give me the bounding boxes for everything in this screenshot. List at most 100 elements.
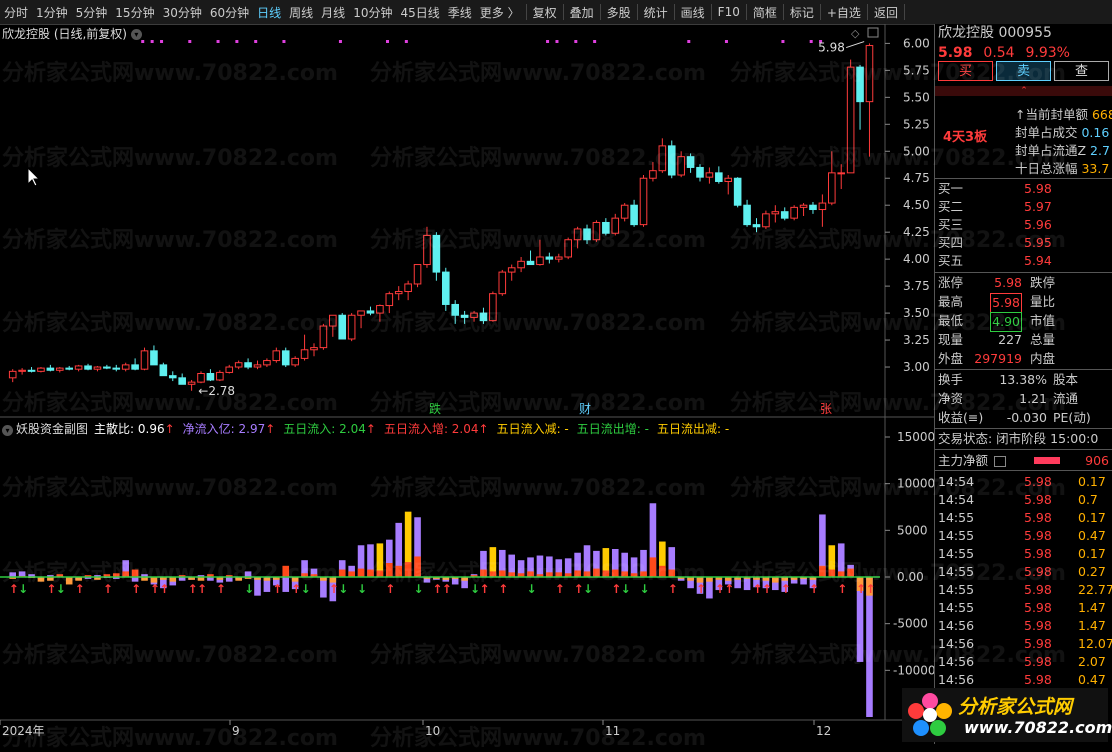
diamond-icon[interactable]: ◇ (851, 27, 860, 40)
toolbar-item-18[interactable]: F10 (714, 5, 744, 19)
tick-time: 14:54 (938, 474, 975, 489)
signal-dot (338, 40, 342, 43)
dropdown-icon[interactable]: ▾ (130, 29, 142, 40)
toolbar-item-9[interactable]: 10分钟 (349, 4, 396, 21)
bid-label: 买三 (938, 217, 964, 232)
candle-body (564, 239, 572, 258)
bid-row[interactable]: 买二 5.97 (938, 198, 1112, 216)
signal-dot (216, 40, 220, 43)
candle-body (281, 350, 290, 366)
kline-chart[interactable]: 6.00 5.75 5.50 5.25 5.00 4.75 4.50 4.25 4.00 3.75… (0, 24, 934, 744)
bid-row[interactable]: 买五 5.94 (938, 252, 1112, 270)
price-change-pct: 9.93% (1025, 45, 1070, 61)
ind-y-tick-label: -10000 (893, 663, 934, 677)
signal-dot (546, 40, 550, 43)
window-icon[interactable] (867, 27, 879, 38)
stock-header: 欣龙控股 000955 (938, 24, 1112, 42)
event-marker[interactable]: 跌 (429, 401, 441, 416)
candle-body (159, 364, 168, 377)
candle-body (74, 365, 83, 370)
candle-body (263, 360, 271, 366)
toolbar-item-21[interactable]: +自选 (823, 4, 865, 21)
toolbar-item-16[interactable]: 统计 (640, 4, 672, 21)
signal-dot (574, 40, 578, 43)
signal-dot (254, 40, 258, 43)
toolbar-item-15[interactable]: 多股 (603, 4, 635, 21)
flow-sub-bar (527, 571, 534, 577)
toolbar-item-12[interactable]: 更多 〉 (476, 4, 524, 21)
candle-body (84, 365, 92, 370)
bid-row[interactable]: 买四 5.95 (938, 234, 1112, 252)
flow-sub-bar (574, 570, 581, 577)
stat2-label-2: 股本 (1053, 372, 1079, 387)
sell-button[interactable]: 卖 (996, 61, 1051, 81)
candle-body (65, 367, 73, 370)
event-marker[interactable]: 财 (579, 402, 591, 416)
indicator-field-0: 主散比: 0.96↑ (94, 422, 175, 436)
toolbar-item-3[interactable]: 15分钟 (111, 4, 158, 21)
flow-sub-bar (404, 562, 412, 577)
toolbar-item-22[interactable]: 返回 (870, 4, 902, 21)
candle-body (432, 234, 441, 273)
toolbar-item-8[interactable]: 月线 (317, 4, 349, 21)
candle-body (479, 312, 488, 322)
toolbar-item-19[interactable]: 简框 (749, 4, 781, 21)
signal-dot (809, 40, 813, 43)
toolbar-item-17[interactable]: 画线 (677, 4, 709, 21)
toolbar-item-0[interactable]: 分时 (0, 4, 32, 21)
toolbar-item-20[interactable]: 标记 (786, 4, 818, 21)
board-tag: 4天3板 (943, 130, 988, 145)
candle-body (27, 369, 36, 372)
flow-arrow: ↑ (809, 582, 819, 596)
chart-title: 欣龙控股 (日线,前复权) ▾ (2, 25, 142, 42)
seal-label: ↑当前封单额 (1015, 107, 1092, 122)
flow-bar (743, 577, 751, 591)
toolbar-item-1[interactable]: 1分钟 (32, 4, 72, 21)
toolbar-item-6[interactable]: 日线 (253, 4, 285, 21)
tick-time: 14:56 (938, 618, 975, 633)
toolbar-item-13[interactable]: 复权 (529, 4, 561, 21)
buy-button[interactable]: 买 (938, 61, 993, 81)
toolbar-item-11[interactable]: 季线 (444, 4, 476, 21)
tick-price: 5.98 (1024, 546, 1052, 561)
tick-time: 14:55 (938, 564, 975, 579)
collapse-toggle[interactable]: ⌃ (935, 86, 1112, 96)
candle-body (121, 364, 130, 370)
settings-circle-icon[interactable]: ▾ (2, 425, 13, 436)
flow-arrow: ↑ (442, 582, 452, 596)
toolbar-item-7[interactable]: 周线 (285, 4, 317, 21)
query-button[interactable]: 查 (1054, 61, 1109, 81)
flow-arrow: ↑ (75, 582, 85, 596)
toolbar-item-10[interactable]: 45日线 (396, 4, 443, 21)
x-axis-label: 11 (605, 724, 620, 738)
candle-body (197, 373, 205, 383)
candle-body (743, 204, 751, 226)
candle-body (865, 45, 874, 103)
stat-label: 涨停 (938, 275, 964, 290)
candle-body (705, 172, 714, 178)
toolbar-item-2[interactable]: 5分钟 (72, 4, 112, 21)
candle-body (846, 66, 855, 174)
candle-body (206, 373, 215, 381)
candle-body (630, 204, 638, 226)
flow-arrow: ↑ (385, 582, 395, 596)
candle-body (780, 211, 789, 219)
y-tick-label: 4.50 (903, 198, 930, 212)
seal-row: 封单占成交 0.16 (1015, 124, 1112, 142)
toolbar-item-5[interactable]: 60分钟 (206, 4, 253, 21)
toolbar-item-14[interactable]: 叠加 (566, 4, 598, 21)
toolbar-item-4[interactable]: 30分钟 (159, 4, 206, 21)
tick-row: 14:55 5.98 0.17 (938, 509, 1112, 527)
high-price-label: 5.98 (818, 41, 845, 55)
ind-y-tick-label: 5000 (897, 523, 928, 537)
tick-price: 5.98 (1024, 582, 1052, 597)
bid-row[interactable]: 买一 5.98 (938, 180, 1112, 198)
event-marker[interactable]: 张 (820, 402, 832, 416)
tick-time: 14:56 (938, 636, 975, 651)
bid-row[interactable]: 买三 5.96 (938, 216, 1112, 234)
stat2-label: 净资 (938, 391, 964, 406)
stat-row: 外盘 297919 内盘 (938, 350, 1112, 368)
bid-price: 5.98 (1024, 181, 1052, 196)
main-net-label: 主力净额 (938, 453, 989, 468)
list-icon[interactable] (994, 456, 1006, 467)
